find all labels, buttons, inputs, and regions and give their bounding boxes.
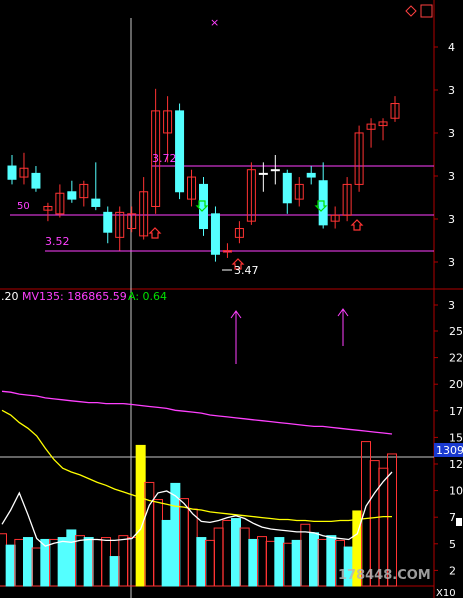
volume-bar (317, 538, 328, 587)
volume-bar (5, 544, 16, 587)
volume-bar (196, 537, 207, 587)
price-tick-label: 3 (448, 170, 455, 183)
candle-body (318, 180, 328, 226)
volume-bar (57, 537, 68, 587)
price-tick-label: 3 (448, 256, 455, 269)
close-icon[interactable] (420, 4, 433, 18)
price-tick-label: 4 (448, 41, 455, 54)
candle-body (31, 172, 41, 189)
candle-body (103, 211, 113, 233)
volume-bar (0, 533, 7, 587)
ma-fragment-label: 50 (17, 201, 30, 212)
volume-tick-label: 22 (449, 352, 463, 365)
volume-tick-label: 10 (449, 485, 463, 498)
up-arrow-icon (230, 310, 242, 364)
price-tick-label: 3 (448, 299, 455, 312)
volume-bar (326, 535, 337, 587)
volume-bar (300, 523, 311, 587)
volume-bars (0, 441, 397, 587)
volume-bar (14, 538, 25, 587)
volume-tick-label: 25 (449, 325, 463, 338)
volume-tick-label: 7 (449, 511, 456, 524)
volume-bar (135, 444, 146, 587)
mv135-label: MV135: 186865.59 (22, 290, 127, 303)
volume-bar (274, 537, 285, 587)
stock-chart-window: 4 3 3 3 3 3 3 25 22 20 17 15 12 10 7 5 2 × 3.72 3.52 50… (0, 0, 463, 598)
volume-tick-label: 15 (449, 431, 463, 444)
candle-body (270, 169, 280, 172)
volume-bar (101, 537, 111, 587)
volume-bar (31, 547, 42, 587)
volume-bar (153, 499, 163, 587)
volume-tick-label: 5 (449, 538, 456, 551)
volume-bar (231, 518, 241, 587)
volume-tick-label: 12 (449, 458, 463, 471)
price-axis: 4 3 3 3 3 3 3 (434, 41, 455, 312)
ma-yellow-line (1, 409, 392, 523)
volume-bar (109, 556, 120, 587)
bottom-price-label: 3.47 (234, 264, 259, 277)
buy-arrow-icon (350, 219, 364, 231)
candle-body (258, 172, 268, 175)
indicator-prefix: .20 (1, 290, 19, 303)
volume-bar (179, 498, 189, 587)
price-tick-label: 3 (448, 127, 455, 140)
buy-arrow-icon (148, 227, 162, 239)
volume-bar (144, 481, 155, 587)
top-marker: × (210, 16, 219, 29)
candle-body (175, 110, 185, 193)
candle-body (67, 191, 77, 200)
volume-bar (187, 508, 198, 587)
current-volume-value: 1309 (436, 444, 463, 457)
a-value-label: A: 0.64 (128, 290, 167, 303)
volume-bar (23, 537, 33, 587)
volume-bar (83, 537, 94, 587)
scroll-indicator[interactable] (456, 518, 462, 526)
volume-bar (92, 538, 103, 587)
watermark: 178448.COM (338, 568, 431, 583)
volume-bar (257, 536, 267, 587)
candle-body (91, 198, 101, 207)
volume-bar (283, 542, 293, 587)
volume-bar (309, 532, 319, 587)
scale-corner-label: X10 (436, 588, 456, 598)
volume-bar (239, 527, 250, 587)
volume-bar (205, 539, 215, 587)
candlestick-chart[interactable]: 4 3 3 3 3 3 3 25 22 20 17 15 12 10 7 5 2 × 3.72 3.52 50… (0, 0, 463, 598)
volume-bar (118, 535, 129, 587)
volume-tick-label: 2 (449, 564, 456, 577)
volume-bar (387, 453, 397, 587)
volume-bar (248, 538, 259, 587)
mv135-line (1, 390, 393, 435)
low-price-label: 3.52 (45, 235, 70, 248)
volume-bar (127, 537, 137, 587)
volume-bar (161, 519, 172, 587)
diamond-icon[interactable] (405, 5, 417, 17)
volume-bar (265, 540, 276, 587)
volume-bar (361, 441, 371, 587)
signal-markers (148, 200, 364, 270)
high-price-label: 3.72 (152, 152, 177, 165)
volume-bar (291, 539, 302, 587)
price-tick-label: 3 (448, 84, 455, 97)
volume-bar (213, 527, 224, 587)
candle-body (306, 172, 316, 178)
volume-tick-label: 20 (449, 378, 463, 391)
candle-body (282, 172, 292, 204)
up-arrow-icon (337, 308, 349, 346)
volume-bar (222, 519, 233, 587)
volume-bar (66, 529, 77, 587)
volume-bar (75, 535, 85, 587)
volume-bar (49, 538, 59, 587)
price-tick-label: 3 (448, 213, 455, 226)
candle-body (7, 165, 17, 180)
volume-tick-label: 17 (449, 405, 463, 418)
candle-body (210, 213, 220, 255)
